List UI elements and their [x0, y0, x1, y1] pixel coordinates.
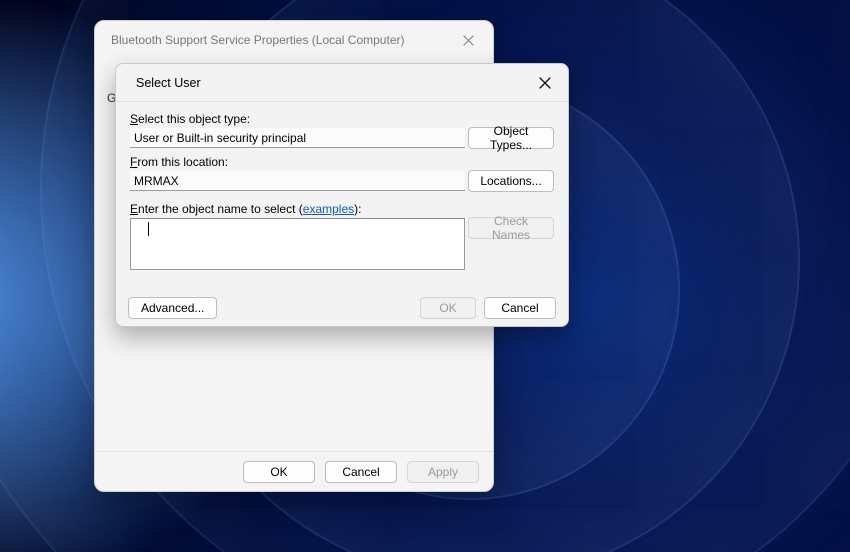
object-type-field: User or Built-in security principal	[130, 128, 465, 148]
properties-ok-button[interactable]: OK	[243, 461, 315, 483]
location-label: From this location:	[130, 155, 458, 169]
select-user-body: Select this object type: User or Built-i…	[116, 102, 568, 273]
properties-close-button[interactable]	[453, 28, 483, 52]
properties-apply-button: Apply	[407, 461, 479, 483]
locations-button[interactable]: Locations...	[468, 170, 554, 192]
location-row: From this location: MRMAX Locations...	[130, 155, 554, 192]
select-user-titlebar: Select User	[116, 64, 568, 102]
select-user-dialog: Select User Select this object type: Use…	[115, 63, 569, 327]
close-icon	[539, 77, 551, 89]
advanced-button[interactable]: Advanced...	[128, 297, 217, 319]
properties-cancel-button[interactable]: Cancel	[325, 461, 397, 483]
object-name-label: Enter the object name to select (example…	[130, 202, 458, 216]
object-name-row: Enter the object name to select (example…	[130, 202, 554, 273]
close-icon	[463, 35, 474, 46]
object-type-label: Select this object type:	[130, 112, 458, 126]
object-types-button[interactable]: Object Types...	[468, 127, 554, 149]
select-user-footer: Advanced... OK Cancel	[116, 290, 568, 326]
properties-footer: OK Cancel Apply	[95, 451, 493, 491]
select-user-title: Select User	[136, 76, 201, 90]
select-user-close-button[interactable]	[530, 71, 560, 95]
location-field: MRMAX	[130, 171, 465, 191]
check-names-button: Check Names	[468, 217, 554, 239]
select-user-ok-button: OK	[420, 297, 476, 319]
properties-title: Bluetooth Support Service Properties (Lo…	[111, 33, 404, 47]
select-user-cancel-button[interactable]: Cancel	[484, 297, 556, 319]
object-type-row: Select this object type: User or Built-i…	[130, 112, 554, 149]
properties-titlebar: Bluetooth Support Service Properties (Lo…	[95, 21, 493, 59]
examples-link[interactable]: examples	[303, 202, 354, 216]
object-name-input[interactable]	[130, 218, 465, 270]
text-caret	[148, 222, 149, 236]
